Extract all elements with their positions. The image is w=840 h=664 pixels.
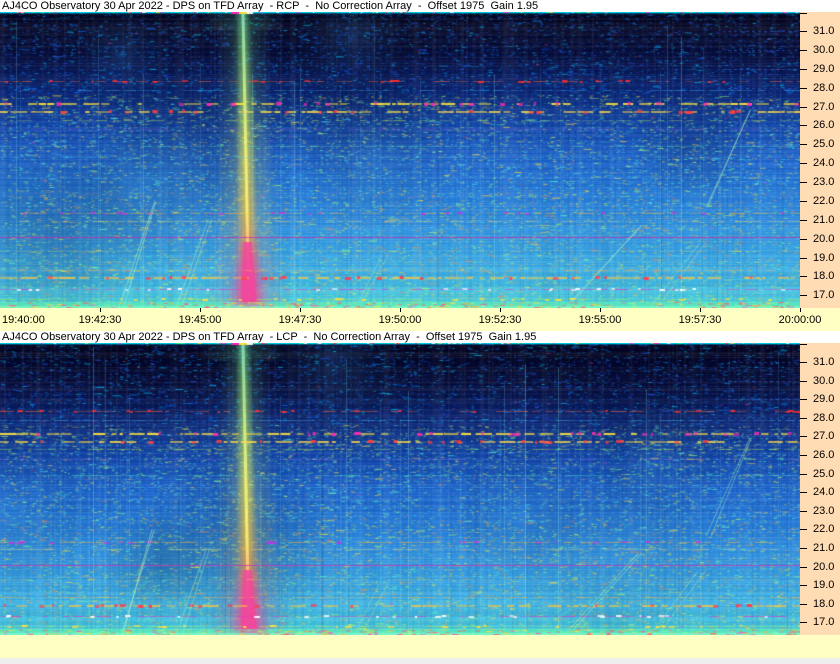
time-tick [500,308,501,312]
freq-tick-label: 22.0 [813,195,835,207]
time-tick-label: 19:50:00 [378,314,422,326]
freq-tick [800,529,807,530]
freq-tick [800,69,807,70]
freq-axis-top-tick [800,344,807,345]
freq-tick [800,604,807,605]
freq-tick-label: 26.0 [813,449,835,461]
freq-tick-label: 25.0 [813,468,835,480]
freq-tick [800,492,807,493]
time-tick-label: 19:55:00 [578,314,622,326]
freq-tick-label: 31.0 [813,25,835,37]
freq-tick [800,418,807,419]
freq-tick-label: 24.0 [813,157,835,169]
freq-tick-label: 27.0 [813,101,835,113]
spectrogram-canvas-lcp[interactable] [0,343,800,635]
time-tick-label: 20:00:00 [778,314,822,326]
freq-tick-label: 22.0 [813,523,835,535]
freq-tick [800,144,807,145]
freq-tick [800,201,807,202]
freq-tick-label: 29.0 [813,63,835,75]
freq-tick [800,276,807,277]
freq-tick-label: 30.0 [813,44,835,56]
time-tick [600,308,601,312]
freq-tick [800,548,807,549]
freq-tick-label: 21.0 [813,214,835,226]
panel-lcp: AJ4CO Observatory 30 Apr 2022 - DPS on T… [0,331,840,658]
time-tick [800,308,801,312]
freq-tick [800,381,807,382]
time-tick [300,308,301,312]
panel-title-lcp: AJ4CO Observatory 30 Apr 2022 - DPS on T… [0,331,840,343]
freq-tick-label: 19.0 [813,579,835,591]
freq-tick [800,585,807,586]
time-tick-label: 19:45:00 [178,314,222,326]
time-tick [400,308,401,312]
freq-tick-label: 18.0 [813,598,835,610]
freq-tick-label: 29.0 [813,393,835,405]
freq-tick [800,125,807,126]
time-tick-label: 19:52:30 [478,314,522,326]
freq-tick [800,399,807,400]
freq-tick-label: 31.0 [813,356,835,368]
freq-tick-label: 18.0 [813,270,835,282]
time-tick [100,308,101,312]
freq-tick [800,50,807,51]
freq-tick-label: 25.0 [813,138,835,150]
freq-tick-label: 26.0 [813,119,835,131]
freq-tick-label: 30.0 [813,375,835,387]
freq-tick [800,474,807,475]
freq-tick [800,88,807,89]
freq-tick [800,163,807,164]
freq-tick-label: 27.0 [813,430,835,442]
freq-tick [800,31,807,32]
freq-axis-top-tick [800,13,807,14]
freq-tick [800,362,807,363]
time-tick-label: 19:42:30 [78,314,122,326]
freq-tick [800,511,807,512]
time-tick [700,308,701,312]
freq-tick [800,258,807,259]
freq-tick-label: 17.0 [813,616,835,628]
time-tick [200,308,201,312]
freq-tick [800,239,807,240]
freq-tick [800,455,807,456]
freq-tick [800,567,807,568]
time-tick-label: 19:40:00 [2,314,45,326]
freq-axis-lcp: 31.0 30.0 29.0 28.0 27.0 26.0 25.0 24.0 23.0 22.0… [800,343,840,635]
time-axis-rcp: 19:40:00 19:42:30 19:45:00 19:47:30 19:50:00… [0,308,840,331]
freq-tick-label: 20.0 [813,561,835,573]
freq-tick-label: 17.0 [813,289,835,301]
freq-tick-label: 28.0 [813,412,835,424]
spectrogram-row-lcp: 31.0 30.0 29.0 28.0 27.0 26.0 25.0 24.0 23.0 22.0… [0,343,840,635]
freq-tick-label: 28.0 [813,82,835,94]
panel-title-rcp: AJ4CO Observatory 30 Apr 2022 - DPS on T… [0,0,840,12]
time-axis-lcp [0,635,840,658]
freq-axis-rcp: 31.0 30.0 29.0 28.0 27.0 26.0 25.0 24.0 23.0 22.0… [800,12,840,308]
freq-tick [800,622,807,623]
panel-rcp: AJ4CO Observatory 30 Apr 2022 - DPS on T… [0,0,840,331]
freq-tick [800,295,807,296]
window-bottom-strip [0,658,840,664]
freq-tick [800,220,807,221]
freq-tick-label: 23.0 [813,505,835,517]
freq-tick [800,436,807,437]
time-tick-label: 19:47:30 [278,314,322,326]
freq-tick-label: 19.0 [813,252,835,264]
freq-tick-label: 23.0 [813,176,835,188]
freq-tick-label: 24.0 [813,486,835,498]
spectrograph-window: AJ4CO Observatory 30 Apr 2022 - DPS on T… [0,0,840,664]
spectrogram-row-rcp: 31.0 30.0 29.0 28.0 27.0 26.0 25.0 24.0 23.0 22.0… [0,12,840,308]
spectrogram-canvas-rcp[interactable] [0,12,800,308]
freq-tick [800,107,807,108]
freq-tick-label: 20.0 [813,233,835,245]
time-tick-label: 19:57:30 [678,314,722,326]
freq-tick [800,182,807,183]
freq-tick-label: 21.0 [813,542,835,554]
